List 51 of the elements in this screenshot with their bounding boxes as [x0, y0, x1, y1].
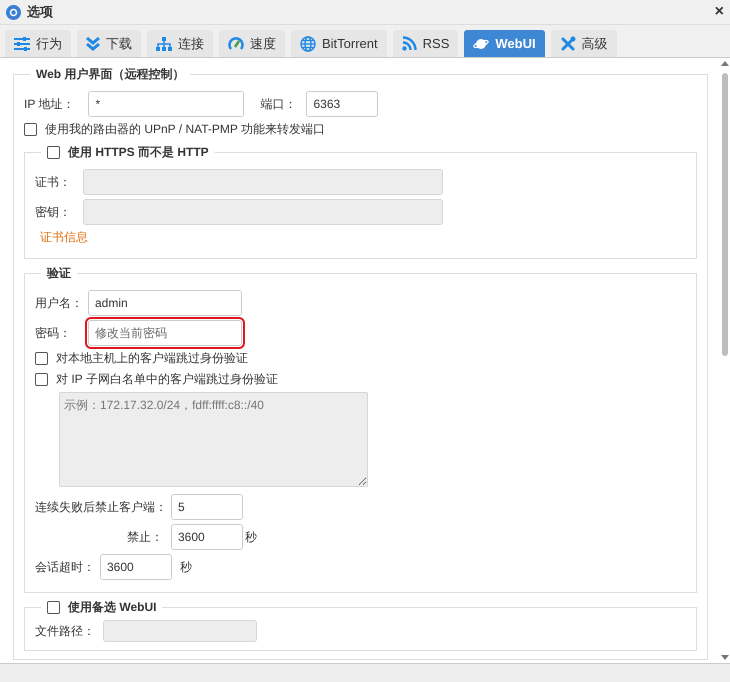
port-field[interactable]: 6363	[306, 91, 378, 117]
ban-label: 禁止：	[126, 528, 163, 546]
password-field[interactable]: 修改当前密码	[88, 320, 242, 346]
checkbox[interactable]	[24, 123, 37, 136]
speedometer-icon	[228, 36, 244, 52]
rss-icon	[402, 36, 417, 51]
ip-label: IP 地址：	[24, 96, 74, 112]
username-label: 用户名：	[35, 294, 80, 312]
globe-icon	[300, 36, 316, 52]
session-timeout-label: 会话超时：	[35, 558, 92, 576]
ban-duration-field[interactable]: 3600	[171, 524, 243, 550]
tools-icon	[560, 36, 576, 52]
tab[interactable]: 速度	[219, 30, 285, 57]
group-title: 使用 HTTPS 而不是 HTTP	[68, 144, 209, 161]
scrollbar[interactable]	[718, 58, 730, 663]
password-label: 密码：	[35, 324, 72, 342]
app-logo-icon	[6, 4, 21, 20]
group-title: Web 用户界面（远程控制）	[36, 66, 184, 83]
planet-icon	[473, 36, 490, 50]
certificate-label: 证书：	[35, 174, 71, 190]
port-label: 端口：	[260, 96, 296, 112]
double-chevron-icon	[86, 36, 100, 50]
bypass-localhost-label: 对本地主机上的客户端跳过身份验证	[56, 350, 248, 367]
group-title: 验证	[47, 265, 71, 282]
tab[interactable]: RSS	[392, 30, 458, 57]
tab[interactable]: 高级	[550, 30, 617, 57]
tab[interactable]: WebUI	[464, 30, 545, 57]
sliders-icon	[14, 36, 30, 50]
key-label: 密钥：	[35, 204, 71, 220]
bypass-whitelist-label: 对 IP 子网白名单中的客户端跳过身份验证	[56, 371, 278, 388]
checkbox[interactable]	[47, 601, 60, 614]
group-title: 使用备选 WebUI	[68, 599, 156, 616]
checkbox[interactable]	[35, 373, 48, 386]
seconds-label: 秒	[180, 558, 192, 576]
checkbox[interactable]	[47, 146, 60, 159]
tab[interactable]: 连接	[147, 30, 213, 57]
checkbox[interactable]	[35, 352, 48, 365]
username-field[interactable]: admin	[88, 290, 242, 316]
ban-after-label: 连续失败后禁止客户端：	[35, 498, 163, 516]
close-button[interactable]: ×	[714, 3, 724, 21]
seconds-label: 秒	[245, 528, 257, 546]
tab[interactable]: 行为	[5, 30, 71, 57]
file-path-label: 文件路径：	[35, 622, 95, 640]
window-title: 选项	[27, 3, 54, 21]
ban-after-field[interactable]: 5	[171, 494, 243, 520]
session-timeout-field[interactable]: 3600	[100, 554, 172, 580]
tab[interactable]: BitTorrent	[291, 30, 387, 57]
tab[interactable]: 下载	[77, 30, 141, 57]
ip-field[interactable]: *	[88, 91, 244, 117]
upnp-label: 使用我的路由器的 UPnP / NAT-PMP 功能来转发端口	[45, 121, 326, 138]
network-icon	[156, 36, 172, 50]
